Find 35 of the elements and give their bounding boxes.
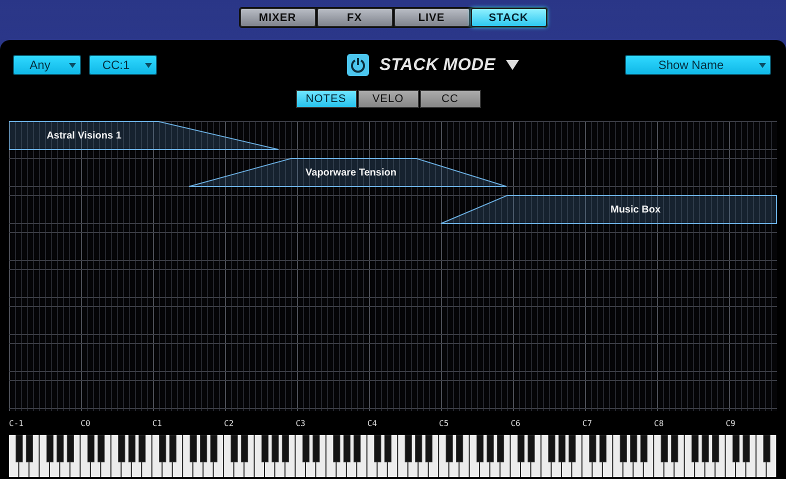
octave-label: C5 [439,419,449,428]
octave-label: C1 [152,419,162,428]
view-tab[interactable]: CC [420,90,480,108]
caret-icon [69,63,76,68]
power-icon [350,57,366,73]
zone-name: Astral Visions 1 [46,130,122,142]
octave-label: C-1 [9,419,24,428]
octave-label: C2 [224,419,234,428]
octave-label: C9 [726,419,736,428]
caret-icon [145,63,152,68]
filter-dropdown[interactable]: Any [13,55,81,75]
key-zone[interactable] [188,158,507,187]
caret-icon [759,63,766,68]
piano-keyboard-drawing[interactable] [9,435,777,477]
mode-title: STACK MODE [379,55,496,75]
filter-dropdown[interactable]: CC:1 [89,55,157,75]
tab[interactable]: FX [316,8,392,27]
tab[interactable]: LIVE [394,8,470,27]
octave-label: C8 [654,419,664,428]
view-tab[interactable]: VELO [358,90,418,108]
dropdown-triangle-icon[interactable] [506,60,518,70]
power-button[interactable] [347,54,370,76]
octave-label: C7 [582,419,592,428]
tab[interactable]: STACK [470,8,546,27]
octave-label: C6 [510,419,520,428]
octave-label: C4 [367,419,377,428]
key-zone[interactable] [9,121,279,150]
tab[interactable]: MIXER [240,8,316,27]
octave-label: C0 [80,419,90,428]
octave-label: C3 [296,419,306,428]
zone-name: Music Box [610,204,660,216]
display-dropdown[interactable]: Show Name [625,55,771,75]
view-tab[interactable]: NOTES [296,90,356,108]
zone-name: Vaporware Tension [306,168,396,178]
key-zone[interactable] [440,195,777,224]
